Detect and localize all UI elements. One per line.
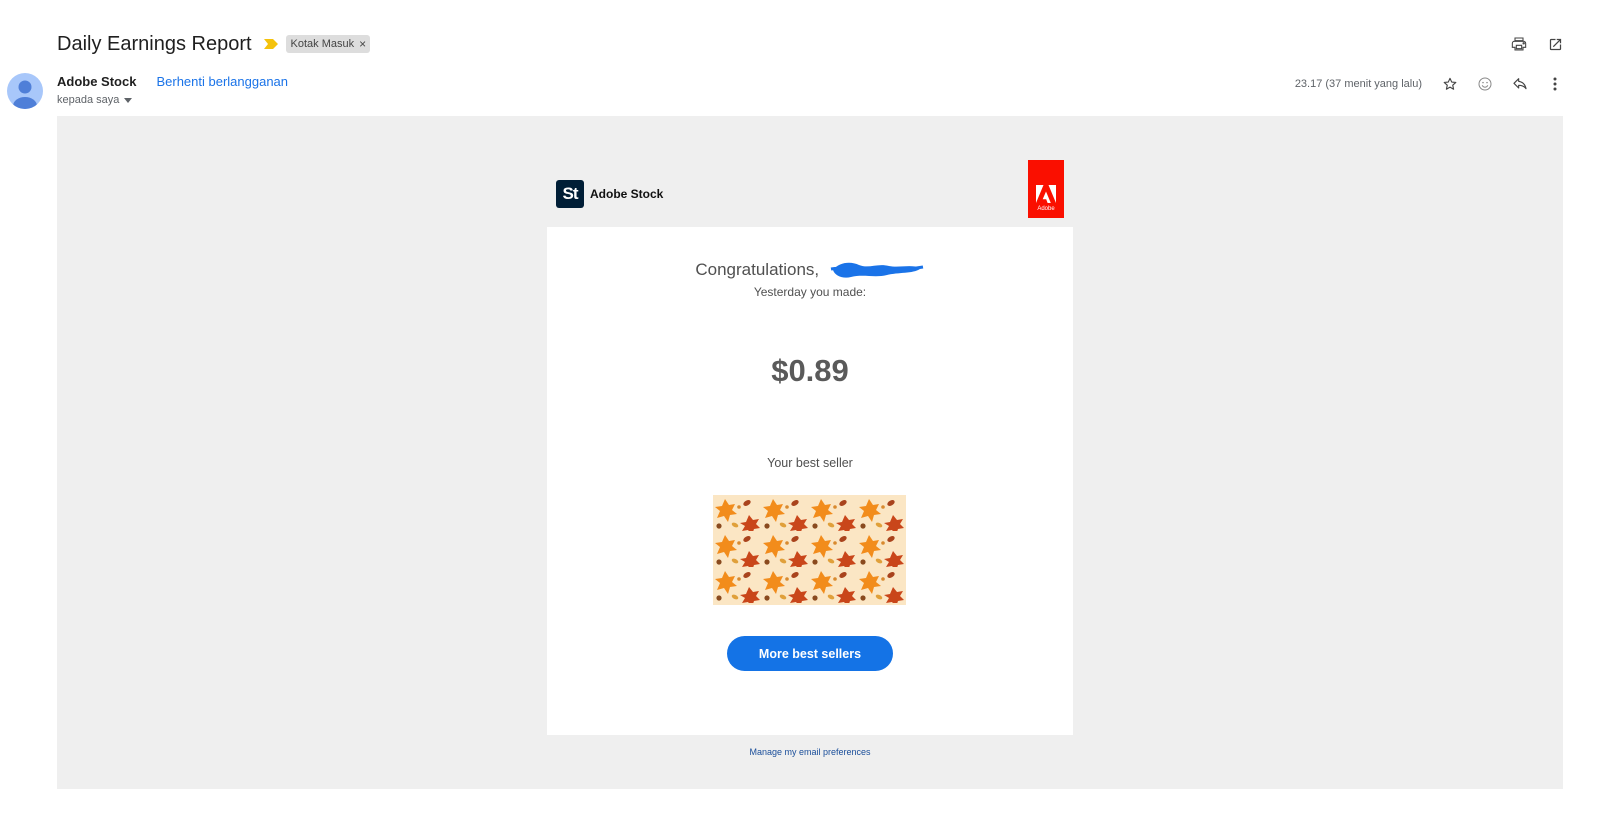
star-icon[interactable]: [1440, 74, 1460, 94]
sender-row: Adobe Stock Berhenti berlangganan: [57, 74, 288, 89]
adobe-logo-text: Adobe: [1037, 206, 1055, 212]
chevron-down-icon: [124, 97, 133, 103]
sender-name[interactable]: Adobe Stock: [57, 74, 136, 89]
yesterday-text: Yesterday you made:: [753, 285, 867, 299]
congrats-row: Congratulations,: [547, 260, 1073, 282]
adobe-logo-badge: Adobe: [1028, 160, 1064, 218]
subject-row: Daily Earnings Report Kotak Masuk ×: [57, 30, 371, 58]
more-best-sellers-button[interactable]: More best sellers: [727, 636, 893, 671]
recipient-label: kepada saya: [57, 94, 120, 106]
emoji-reaction-icon[interactable]: [1475, 74, 1495, 94]
best-seller-thumbnail[interactable]: [713, 495, 906, 605]
adobe-stock-logo: St: [556, 180, 584, 208]
redacted-name-scribble: [830, 262, 923, 278]
earnings-amount: $0.89: [771, 353, 849, 388]
manage-email-preferences-link[interactable]: Manage my email preferences: [547, 747, 1073, 757]
email-brand-header: St Adobe Stock Adobe: [547, 160, 1073, 218]
adobe-logo-icon: [1036, 185, 1056, 203]
open-in-new-window-icon[interactable]: [1545, 34, 1565, 54]
unsubscribe-link[interactable]: Berhenti berlangganan: [156, 74, 288, 89]
message-meta: 23.17 (37 menit yang lalu): [1295, 74, 1609, 94]
avatar-person-icon: [13, 80, 37, 109]
inbox-label-chip: Kotak Masuk ×: [285, 35, 371, 53]
reply-icon[interactable]: [1510, 74, 1530, 94]
email-subject: Daily Earnings Report: [57, 32, 252, 55]
recipient-details-toggle[interactable]: kepada saya: [57, 94, 133, 106]
earnings-card: Congratulations, Yesterday you made: $0.…: [547, 227, 1073, 735]
remove-label-icon[interactable]: ×: [359, 37, 366, 51]
thread-actions: [1509, 34, 1565, 54]
best-seller-label: Your best seller: [767, 456, 853, 470]
print-icon[interactable]: [1509, 34, 1529, 54]
sender-avatar[interactable]: [7, 73, 43, 109]
more-vertical-icon[interactable]: [1545, 74, 1565, 94]
importance-marker-icon[interactable]: [263, 39, 278, 49]
message-actions: [1440, 74, 1565, 94]
inbox-label-text: Kotak Masuk: [290, 38, 355, 50]
congratulations-text: Congratulations,: [695, 260, 820, 280]
adobe-stock-wordmark: Adobe Stock: [590, 187, 664, 201]
bottom-strip: [0, 790, 1609, 820]
message-timestamp: 23.17 (37 menit yang lalu): [1294, 78, 1422, 90]
